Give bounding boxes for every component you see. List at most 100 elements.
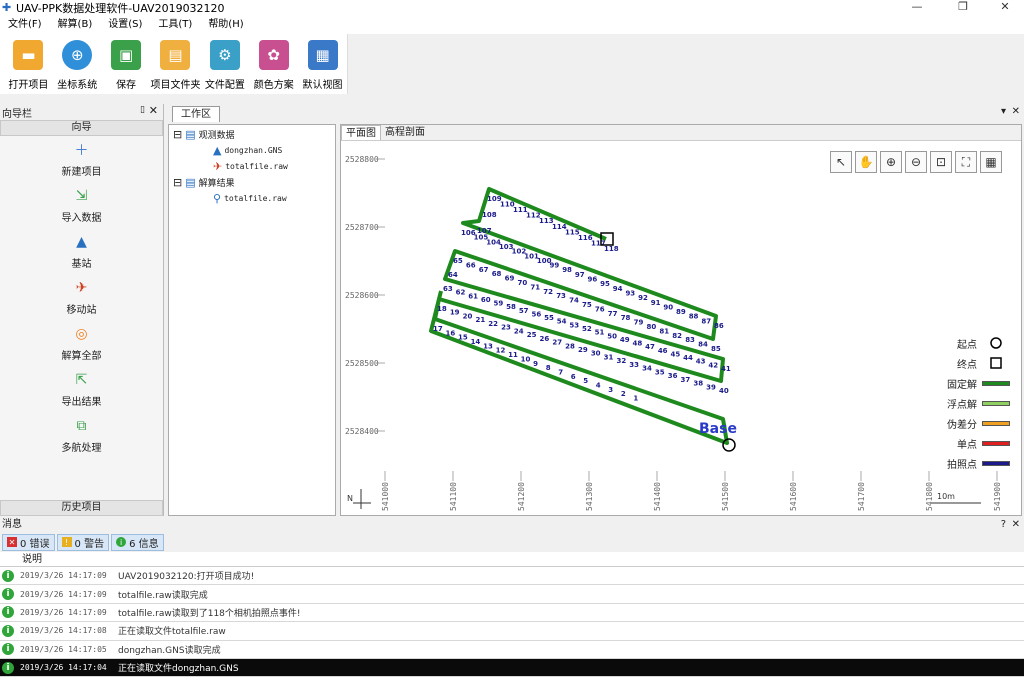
tab-workspace[interactable]: 工作区 [172, 106, 220, 122]
workspace-close-icon[interactable]: ✕ [1012, 106, 1020, 117]
message-row[interactable]: i 2019/3/26 14:17:05 dongzhan.GNS读取完成 [0, 641, 1024, 659]
tab-plan-view[interactable]: 平面图 [341, 125, 381, 140]
photo-point-label: 75 [582, 301, 592, 309]
message-row-selected[interactable]: i 2019/3/26 14:17:04 正在读取文件dongzhan.GNS [0, 658, 1024, 678]
tree-node-results[interactable]: ⊟ ▤ 解算结果 [173, 176, 235, 189]
info-icon: i [2, 624, 14, 637]
save-button[interactable]: ▣ 保存 [102, 34, 151, 94]
message-row[interactable]: i 2019/3/26 14:17:09 UAV2019032120:打开项目成… [0, 567, 1024, 586]
flight-map[interactable]: 2528800 2528700 2528600 2528500 2528400 54100… [341, 141, 1021, 515]
message-text: dongzhan.GNS读取完成 [118, 645, 221, 656]
photo-point-label: 54 [557, 318, 567, 326]
menu-settings[interactable]: 设置(S) [100, 16, 150, 34]
nav-item-new-project[interactable]: ＋ 新建项目 [0, 136, 163, 182]
photo-point-label: 23 [501, 324, 511, 332]
nav-item-label: 基站 [71, 259, 92, 270]
nav-item-multi-flight[interactable]: ⧉ 多航处理 [0, 412, 163, 458]
photo-point-label: 108 [482, 211, 497, 219]
minimize-button[interactable]: — [902, 0, 932, 16]
nav-item-label: 多航处理 [61, 443, 102, 454]
photo-point-label: 40 [719, 387, 729, 395]
tree-node-result-file[interactable]: ⚲ totalfile.raw [213, 192, 287, 205]
collapse-icon[interactable]: ⊟ [173, 176, 182, 189]
filter-info[interactable]: i 6 信息 [111, 533, 164, 551]
menu-tools[interactable]: 工具(T) [150, 16, 200, 34]
message-column-header[interactable]: 说明 [0, 552, 1024, 567]
coordinate-system-button[interactable]: ⊕ 坐标系统 [53, 34, 102, 94]
filter-warnings[interactable]: ! 0 警告 [56, 533, 110, 551]
nav-item-export-results[interactable]: ⇱ 导出结果 [0, 366, 163, 412]
photo-point-label: 12 [496, 347, 506, 355]
maximize-button[interactable]: ❐ [948, 0, 978, 16]
message-row[interactable]: i 2019/3/26 14:17:08 正在读取文件totalfile.raw [0, 622, 1024, 641]
fixed-swatch [982, 380, 1010, 386]
file-config-button[interactable]: ⚙ 文件配置 [200, 34, 249, 94]
menu-solve[interactable]: 解算(B) [50, 16, 101, 34]
zoom-extent-icon[interactable]: ⛶ [955, 151, 977, 173]
photo-point-label: 4 [596, 382, 601, 390]
photo-point-label: 3 [608, 386, 613, 394]
cursor-icon[interactable]: ↖ [830, 151, 852, 173]
menu-help[interactable]: 帮助(H) [200, 16, 251, 34]
y-tick-label: 2528700 [345, 223, 379, 232]
default-view-button[interactable]: ▦ 默认视图 [298, 34, 347, 94]
photo-point-label: 6 [571, 373, 576, 381]
photo-point-label: 86 [714, 322, 724, 330]
project-folder-label: 项目文件夹 [150, 80, 201, 91]
x-tick-label: 541200 [517, 482, 526, 511]
single-swatch [982, 440, 1010, 446]
dgps-swatch [982, 420, 1010, 426]
photo-point-label: 50 [607, 332, 617, 340]
grid-icon[interactable]: ▦ [980, 151, 1002, 173]
nav-item-solve-all[interactable]: ◎ 解算全部 [0, 320, 163, 366]
photo-point-label: 7 [558, 368, 563, 376]
photo-point-label: 58 [506, 303, 516, 311]
tab-elevation-profile[interactable]: 高程剖面 [381, 125, 429, 140]
photo-point-label: 25 [527, 331, 537, 339]
open-project-button[interactable]: ▬ 打开项目 [4, 34, 53, 94]
map-tabs: 平面图 高程剖面 [341, 125, 1021, 141]
base-station-icon: ▲ [213, 144, 222, 157]
nav-close-icon[interactable]: ✕ [149, 104, 158, 117]
zoom-out-icon[interactable]: ⊖ [905, 151, 927, 173]
nav-panel-title-text: 向导栏 [2, 108, 32, 120]
photo-point-label: 88 [689, 313, 699, 321]
filter-errors[interactable]: ✕ 0 错误 [2, 533, 55, 551]
color-scheme-button[interactable]: ✿ 颜色方案 [249, 34, 298, 94]
default-view-label: 默认视图 [302, 80, 343, 91]
title-bar: ✚ UAV-PPK数据处理软件-UAV2019032120 — ❐ ✕ [0, 0, 1024, 16]
tree-node-raw-data[interactable]: ⊟ ▤ 观测数据 [173, 128, 235, 141]
tab-menu-icon[interactable]: ▾ [1001, 106, 1006, 117]
zoom-in-icon[interactable]: ⊕ [880, 151, 902, 173]
photo-point-label: 73 [556, 292, 566, 300]
photo-point-label: 65 [453, 257, 463, 265]
photo-point-label: 79 [634, 319, 644, 327]
menu-bar: 文件(F) 解算(B) 设置(S) 工具(T) 帮助(H) [0, 16, 1024, 34]
history-projects-button[interactable]: 历史项目 [0, 500, 163, 516]
photo-point-label: 118 [604, 245, 619, 253]
nav-item-base-station[interactable]: ▲ 基站 [0, 228, 163, 274]
close-button[interactable]: ✕ [990, 0, 1020, 16]
legend-start: 起点 [947, 333, 1011, 353]
message-row[interactable]: i 2019/3/26 14:17:09 totalfile.raw读取完成 [0, 585, 1024, 604]
pin-icon[interactable]: ▯ [140, 105, 145, 115]
project-folder-button[interactable]: ▤ 项目文件夹 [150, 34, 200, 94]
y-tick-label: 2528800 [345, 155, 379, 164]
nav-item-import-data[interactable]: ⇲ 导入数据 [0, 182, 163, 228]
default-view-icon: ▦ [307, 40, 338, 70]
tree-node-gns-file[interactable]: ▲ dongzhan.GNS [213, 144, 282, 157]
collapse-icon[interactable]: ⊟ [173, 128, 182, 141]
help-icon[interactable]: ? [1001, 518, 1006, 532]
photo-point-label: 95 [600, 280, 610, 288]
pan-hand-icon[interactable]: ✋ [855, 151, 877, 173]
solve-all-icon: ◎ [75, 326, 88, 342]
tree-node-raw-file[interactable]: ✈ totalfile.raw [213, 160, 288, 173]
message-row[interactable]: i 2019/3/26 14:17:09 totalfile.raw读取到了11… [0, 604, 1024, 623]
photo-point-label: 49 [620, 336, 630, 344]
message-close-icon[interactable]: ✕ [1012, 518, 1020, 532]
menu-file[interactable]: 文件(F) [0, 16, 50, 34]
zoom-box-icon[interactable]: ⊡ [930, 151, 952, 173]
nav-item-rover[interactable]: ✈ 移动站 [0, 274, 163, 320]
message-text: 正在读取文件dongzhan.GNS [118, 664, 239, 675]
photo-point-label: 31 [604, 353, 614, 361]
